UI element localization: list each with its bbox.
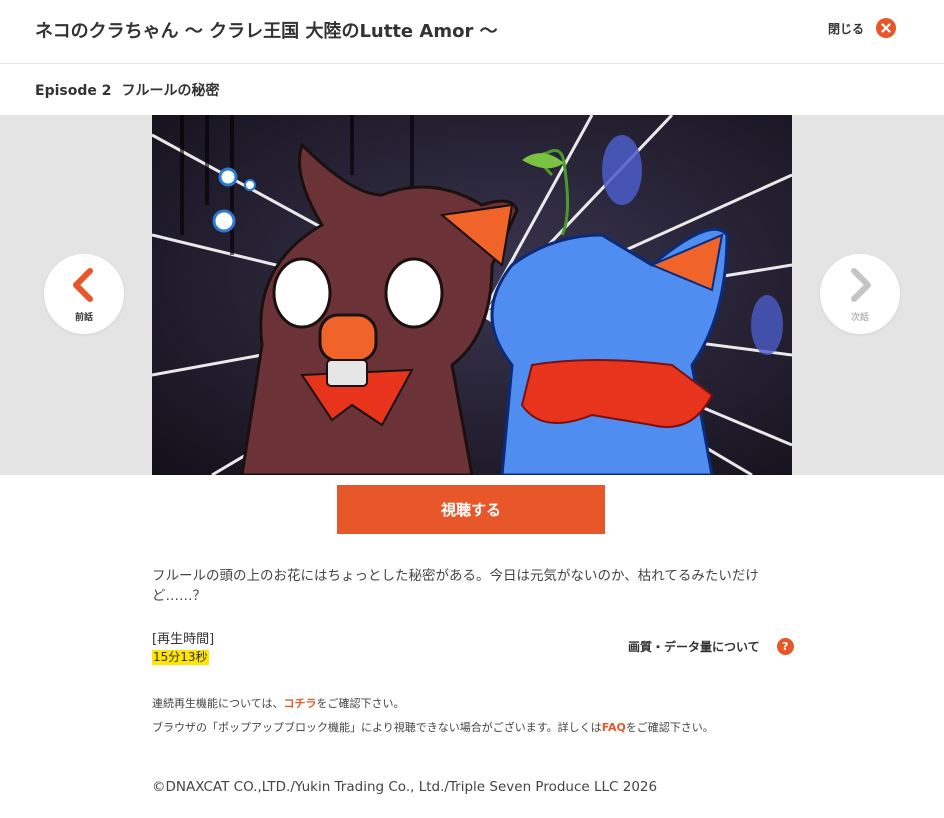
runtime-label: [再生時間] — [152, 632, 215, 647]
page-title: ネコのクラちゃん ～ クラレ王国 大陸のLutte Amor ～ — [35, 21, 498, 42]
episode-title: フルールの秘密 — [121, 83, 220, 99]
continuous-play-link[interactable]: コチラ — [283, 697, 316, 710]
quality-info-link[interactable]: 画質・データ量について ? — [628, 638, 794, 655]
popup-block-text: ブラウザの「ポップアップブロック機能」により視聴できない場合がございます。詳しく… — [152, 721, 602, 734]
copyright-text: ©DNAXCAT CO.,LTD./Yukin Trading Co., Ltd… — [152, 779, 658, 795]
video-stage: 前話 次話 — [0, 115, 944, 475]
help-icon[interactable]: ? — [776, 638, 794, 655]
quality-info-label: 画質・データ量について — [628, 640, 760, 654]
popup-block-suffix: をご確認下さい。 — [625, 721, 714, 734]
continuous-play-note: 連続再生機能については、コチラをご確認下さい。 — [152, 695, 404, 711]
runtime-value: 15分13秒 — [152, 650, 209, 665]
close-button[interactable]: 閉じる — [828, 18, 896, 38]
episode-bar: Episode 2 フルールの秘密 — [0, 64, 944, 115]
close-label: 閉じる — [827, 21, 864, 36]
prev-episode-button[interactable]: 前話 — [44, 254, 124, 334]
episode-thumbnail[interactable] — [152, 115, 792, 475]
episode-number: Episode 2 — [35, 83, 112, 99]
chevron-left-icon — [73, 268, 93, 302]
faq-link[interactable]: FAQ — [602, 721, 626, 734]
watch-button[interactable]: 視聴する — [337, 485, 605, 534]
popup-block-note: ブラウザの「ポップアップブロック機能」により視聴できない場合がございます。詳しく… — [152, 719, 714, 735]
header-bar: ネコのクラちゃん ～ クラレ王国 大陸のLutte Amor ～ 閉じる — [0, 0, 944, 64]
continuous-play-suffix: をご確認下さい。 — [316, 697, 405, 710]
next-episode-button[interactable]: 次話 — [820, 254, 900, 334]
prev-episode-label: 前話 — [74, 313, 93, 323]
thumbnail-illustration — [152, 115, 792, 475]
close-icon[interactable] — [876, 18, 896, 38]
continuous-play-text: 連続再生機能については、 — [152, 697, 284, 710]
episode-heading: Episode 2 フルールの秘密 — [35, 80, 219, 100]
next-episode-label: 次話 — [850, 313, 869, 323]
chevron-right-icon — [851, 268, 871, 302]
episode-description: フルールの頭の上のお花にはちょっとした秘密がある。今日は元気がないのか、枯れてる… — [152, 568, 759, 604]
